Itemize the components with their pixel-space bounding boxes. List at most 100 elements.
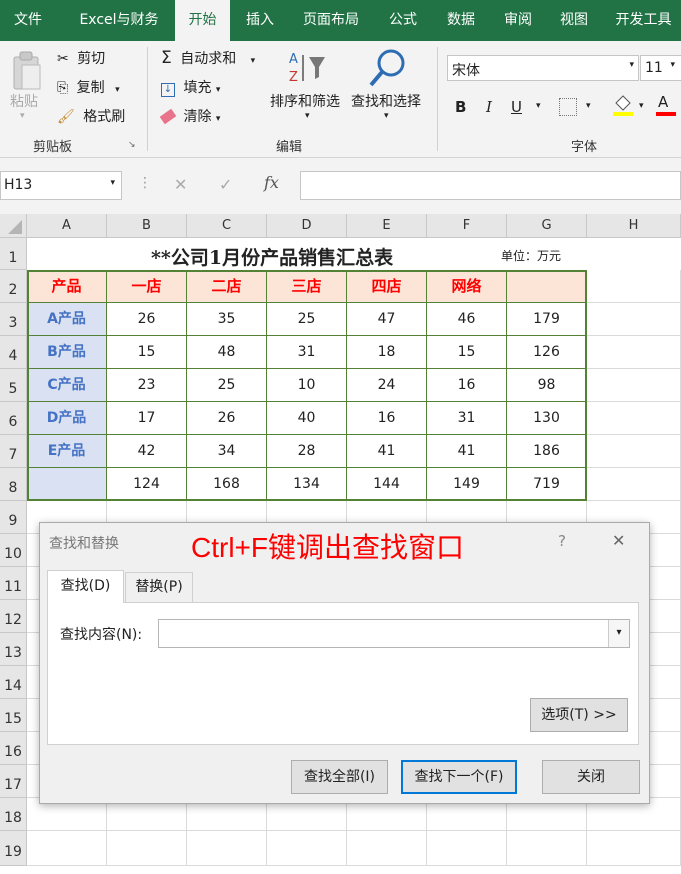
find-all-button[interactable]: 查找全部(I): [291, 760, 388, 794]
empty-cell[interactable]: [27, 831, 107, 866]
total-cell[interactable]: 134: [267, 468, 347, 501]
fill-button[interactable]: ↓ 填充 ▾: [161, 77, 220, 97]
column-header[interactable]: C: [187, 214, 267, 238]
tab-replace[interactable]: 替换(P): [125, 572, 193, 602]
empty-cell[interactable]: [187, 831, 267, 866]
tab-find[interactable]: 查找(D): [47, 570, 124, 603]
find-next-button[interactable]: 查找下一个(F): [401, 760, 517, 794]
sales-value-cell[interactable]: 98: [507, 369, 587, 402]
sales-value-cell[interactable]: 24: [347, 369, 427, 402]
tab-page-layout[interactable]: 页面布局: [293, 0, 369, 41]
sales-value-cell[interactable]: 15: [427, 336, 507, 369]
sales-value-cell[interactable]: 25: [267, 303, 347, 336]
tab-insert[interactable]: 插入: [234, 0, 286, 41]
product-name-cell[interactable]: C产品: [27, 369, 107, 402]
confirm-entry-icon[interactable]: ✓: [219, 175, 232, 194]
total-cell[interactable]: 144: [347, 468, 427, 501]
sales-value-cell[interactable]: 28: [267, 435, 347, 468]
sales-value-cell[interactable]: 48: [187, 336, 267, 369]
table-header-cell[interactable]: 一店: [107, 270, 187, 303]
product-name-cell[interactable]: D产品: [27, 402, 107, 435]
row-header[interactable]: 5: [0, 369, 27, 402]
row-header[interactable]: 3: [0, 303, 27, 336]
column-header[interactable]: H: [587, 214, 681, 238]
tab-view[interactable]: 视图: [550, 0, 598, 41]
row-header[interactable]: 11: [0, 567, 27, 600]
sales-value-cell[interactable]: 26: [107, 303, 187, 336]
total-cell[interactable]: 149: [427, 468, 507, 501]
row-header[interactable]: 16: [0, 732, 27, 765]
cut-button[interactable]: ✂ 剪切: [57, 48, 105, 68]
sales-value-cell[interactable]: 35: [187, 303, 267, 336]
clipboard-launcher-icon[interactable]: ↘: [128, 140, 136, 150]
sales-value-cell[interactable]: 16: [427, 369, 507, 402]
empty-cell[interactable]: [587, 303, 681, 336]
underline-button[interactable]: U: [511, 98, 522, 116]
sales-value-cell[interactable]: 40: [267, 402, 347, 435]
table-header-cell[interactable]: 产品: [27, 270, 107, 303]
copy-button[interactable]: ⎘ 复制 ▾: [57, 77, 120, 97]
row-header[interactable]: 10: [0, 534, 27, 567]
sales-value-cell[interactable]: 10: [267, 369, 347, 402]
product-name-cell[interactable]: A产品: [27, 303, 107, 336]
tab-home[interactable]: 开始: [175, 0, 230, 41]
help-icon[interactable]: ?: [558, 532, 566, 550]
table-header-cell[interactable]: 网络: [427, 270, 507, 303]
sales-value-cell[interactable]: 26: [187, 402, 267, 435]
find-history-dropdown-icon[interactable]: ▾: [608, 620, 629, 647]
empty-cell[interactable]: [587, 336, 681, 369]
column-header[interactable]: F: [427, 214, 507, 238]
table-header-cell[interactable]: [507, 270, 587, 303]
row-header[interactable]: 15: [0, 699, 27, 732]
format-painter-button[interactable]: 🖌 格式刷: [57, 106, 125, 126]
drag-handle-icon[interactable]: ⋮: [138, 175, 152, 191]
fill-color-icon[interactable]: [612, 93, 634, 117]
sales-value-cell[interactable]: 46: [427, 303, 507, 336]
total-cell[interactable]: 168: [187, 468, 267, 501]
tab-excel-finance[interactable]: Excel与财务: [64, 0, 174, 41]
options-button[interactable]: 选项(T) >>: [530, 698, 628, 732]
insert-function-icon[interactable]: fx: [264, 173, 279, 192]
row-header[interactable]: 19: [0, 831, 27, 866]
borders-dropdown-icon[interactable]: ▾: [586, 101, 591, 111]
column-header[interactable]: D: [267, 214, 347, 238]
empty-cell[interactable]: [587, 369, 681, 402]
empty-cell[interactable]: [587, 270, 681, 303]
total-cell[interactable]: 124: [107, 468, 187, 501]
sales-value-cell[interactable]: 130: [507, 402, 587, 435]
empty-cell[interactable]: [107, 831, 187, 866]
table-header-cell[interactable]: 二店: [187, 270, 267, 303]
font-color-icon[interactable]: A: [656, 93, 676, 117]
name-box[interactable]: H13 ▾: [0, 171, 122, 200]
row-header[interactable]: 8: [0, 468, 27, 501]
empty-cell[interactable]: [267, 831, 347, 866]
formula-input[interactable]: [300, 171, 681, 200]
row-header[interactable]: 7: [0, 435, 27, 468]
row-header[interactable]: 14: [0, 666, 27, 699]
sales-value-cell[interactable]: 15: [107, 336, 187, 369]
find-select-button[interactable]: 查找和选择: [351, 91, 421, 111]
empty-cell[interactable]: [587, 435, 681, 468]
borders-icon[interactable]: [559, 98, 577, 116]
column-header[interactable]: E: [347, 214, 427, 238]
cancel-entry-icon[interactable]: ✕: [174, 175, 187, 194]
sales-value-cell[interactable]: 34: [187, 435, 267, 468]
product-name-cell[interactable]: [27, 468, 107, 501]
sales-value-cell[interactable]: 25: [187, 369, 267, 402]
row-header[interactable]: 12: [0, 600, 27, 633]
sales-value-cell[interactable]: 31: [267, 336, 347, 369]
row-header[interactable]: 6: [0, 402, 27, 435]
row-header[interactable]: 18: [0, 798, 27, 831]
row-header[interactable]: 9: [0, 501, 27, 534]
sales-value-cell[interactable]: 23: [107, 369, 187, 402]
font-name-select[interactable]: 宋体 ▾: [447, 55, 639, 81]
close-button[interactable]: 关闭: [542, 760, 640, 794]
empty-cell[interactable]: [427, 831, 507, 866]
font-size-select[interactable]: 11 ▾: [640, 55, 681, 81]
tab-developer[interactable]: 开发工具: [606, 0, 681, 41]
paste-dropdown-icon[interactable]: ▾: [20, 111, 25, 121]
sales-value-cell[interactable]: 16: [347, 402, 427, 435]
row-header[interactable]: 1: [0, 238, 27, 270]
sales-value-cell[interactable]: 17: [107, 402, 187, 435]
sales-value-cell[interactable]: 41: [347, 435, 427, 468]
